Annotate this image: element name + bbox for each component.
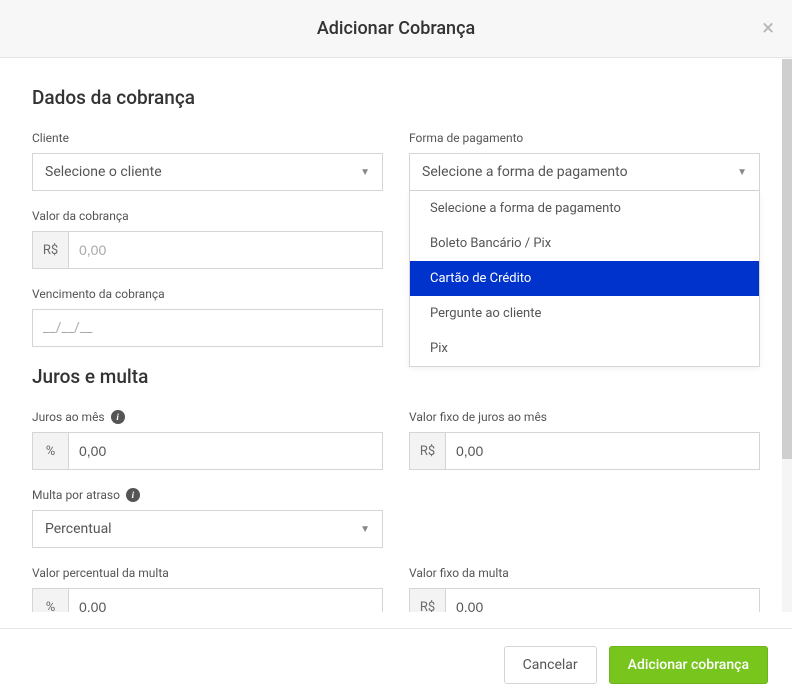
input-juros-fixo[interactable] — [446, 433, 759, 469]
select-forma-pagamento-value: Selecione a forma de pagamento — [422, 164, 628, 180]
modal-body: Dados da cobrança Cliente Selecione o cl… — [0, 58, 792, 612]
percent-prefix: % — [33, 433, 69, 469]
currency-prefix: R$ — [33, 232, 69, 268]
dropdown-option[interactable]: Pergunte ao cliente — [410, 296, 759, 331]
input-group-multa-fixa: R$ — [409, 588, 760, 612]
dropdown-option[interactable]: Selecione a forma de pagamento — [410, 191, 759, 226]
field-juros-mes: Juros ao mês i % — [32, 410, 383, 470]
caret-down-icon: ▼ — [360, 167, 370, 178]
input-multa-percentual[interactable] — [69, 589, 382, 612]
input-group-valor-cobranca: R$ — [32, 231, 383, 269]
field-multa-percentual: Valor percentual da multa % — [32, 566, 383, 612]
field-juros-fixo: Valor fixo de juros ao mês R$ — [409, 410, 760, 470]
form-row: Valor percentual da multa % Valor fixo d… — [32, 566, 760, 612]
label-multa-atraso: Multa por atraso i — [32, 488, 383, 502]
field-multa-fixa: Valor fixo da multa R$ — [409, 566, 760, 612]
form-row: Multa por atraso i Percentual ▼ — [32, 488, 760, 548]
form-row: Juros ao mês i % Valor fixo de juros ao … — [32, 410, 760, 470]
input-valor-cobranca[interactable] — [69, 232, 382, 268]
select-forma-pagamento[interactable]: Selecione a forma de pagamento ▼ — [409, 153, 760, 191]
scrollbar-track[interactable] — [782, 59, 792, 612]
cancel-button[interactable]: Cancelar — [504, 646, 597, 684]
label-juros-mes-text: Juros ao mês — [32, 410, 105, 424]
field-cliente: Cliente Selecione o cliente ▼ — [32, 131, 383, 191]
input-vencimento-placeholder: __/__/__ — [43, 320, 92, 336]
percent-prefix: % — [33, 589, 69, 612]
caret-down-icon: ▼ — [360, 524, 370, 535]
section-title-dados: Dados da cobrança — [32, 86, 760, 109]
dropdown-option[interactable]: Cartão de Crédito — [410, 261, 759, 296]
info-icon[interactable]: i — [126, 488, 140, 502]
label-valor-cobranca: Valor da cobrança — [32, 209, 383, 223]
scrollbar-thumb[interactable] — [782, 59, 792, 459]
select-cliente[interactable]: Selecione o cliente ▼ — [32, 153, 383, 191]
caret-down-icon: ▼ — [737, 167, 747, 178]
select-cliente-value: Selecione o cliente — [45, 164, 162, 180]
modal-header: Adicionar Cobrança × — [0, 0, 792, 58]
select-multa-atraso[interactable]: Percentual ▼ — [32, 510, 383, 548]
dropdown-forma-pagamento: Selecione a forma de pagamento Boleto Ba… — [409, 191, 760, 367]
modal-title: Adicionar Cobrança — [317, 18, 475, 39]
close-icon[interactable]: × — [762, 18, 774, 40]
label-forma-pagamento: Forma de pagamento — [409, 131, 760, 145]
input-juros-mes[interactable] — [69, 433, 382, 469]
input-multa-fixa[interactable] — [446, 589, 759, 612]
field-vencimento: Vencimento da cobrança __/__/__ — [32, 287, 383, 347]
dropdown-option[interactable]: Pix — [410, 331, 759, 366]
form-row: Cliente Selecione o cliente ▼ Forma de p… — [32, 131, 760, 191]
label-vencimento: Vencimento da cobrança — [32, 287, 383, 301]
currency-prefix: R$ — [410, 433, 446, 469]
field-valor-cobranca: Valor da cobrança R$ — [32, 209, 383, 269]
input-group-juros-mes: % — [32, 432, 383, 470]
section-title-juros: Juros e multa — [32, 365, 760, 388]
input-group-multa-percentual: % — [32, 588, 383, 612]
modal-footer: Cancelar Adicionar cobrança — [0, 628, 792, 700]
select-multa-atraso-value: Percentual — [45, 521, 112, 537]
label-juros-fixo: Valor fixo de juros ao mês — [409, 410, 760, 424]
label-multa-percentual: Valor percentual da multa — [32, 566, 383, 580]
label-multa-fixa: Valor fixo da multa — [409, 566, 760, 580]
info-icon[interactable]: i — [111, 410, 125, 424]
label-multa-atraso-text: Multa por atraso — [32, 488, 120, 502]
input-vencimento[interactable]: __/__/__ — [32, 309, 383, 347]
field-forma-pagamento: Forma de pagamento Selecione a forma de … — [409, 131, 760, 191]
input-group-juros-fixo: R$ — [409, 432, 760, 470]
label-juros-mes: Juros ao mês i — [32, 410, 383, 424]
submit-button[interactable]: Adicionar cobrança — [609, 646, 768, 684]
field-multa-atraso: Multa por atraso i Percentual ▼ — [32, 488, 383, 548]
label-cliente: Cliente — [32, 131, 383, 145]
currency-prefix: R$ — [410, 589, 446, 612]
dropdown-option[interactable]: Boleto Bancário / Pix — [410, 226, 759, 261]
